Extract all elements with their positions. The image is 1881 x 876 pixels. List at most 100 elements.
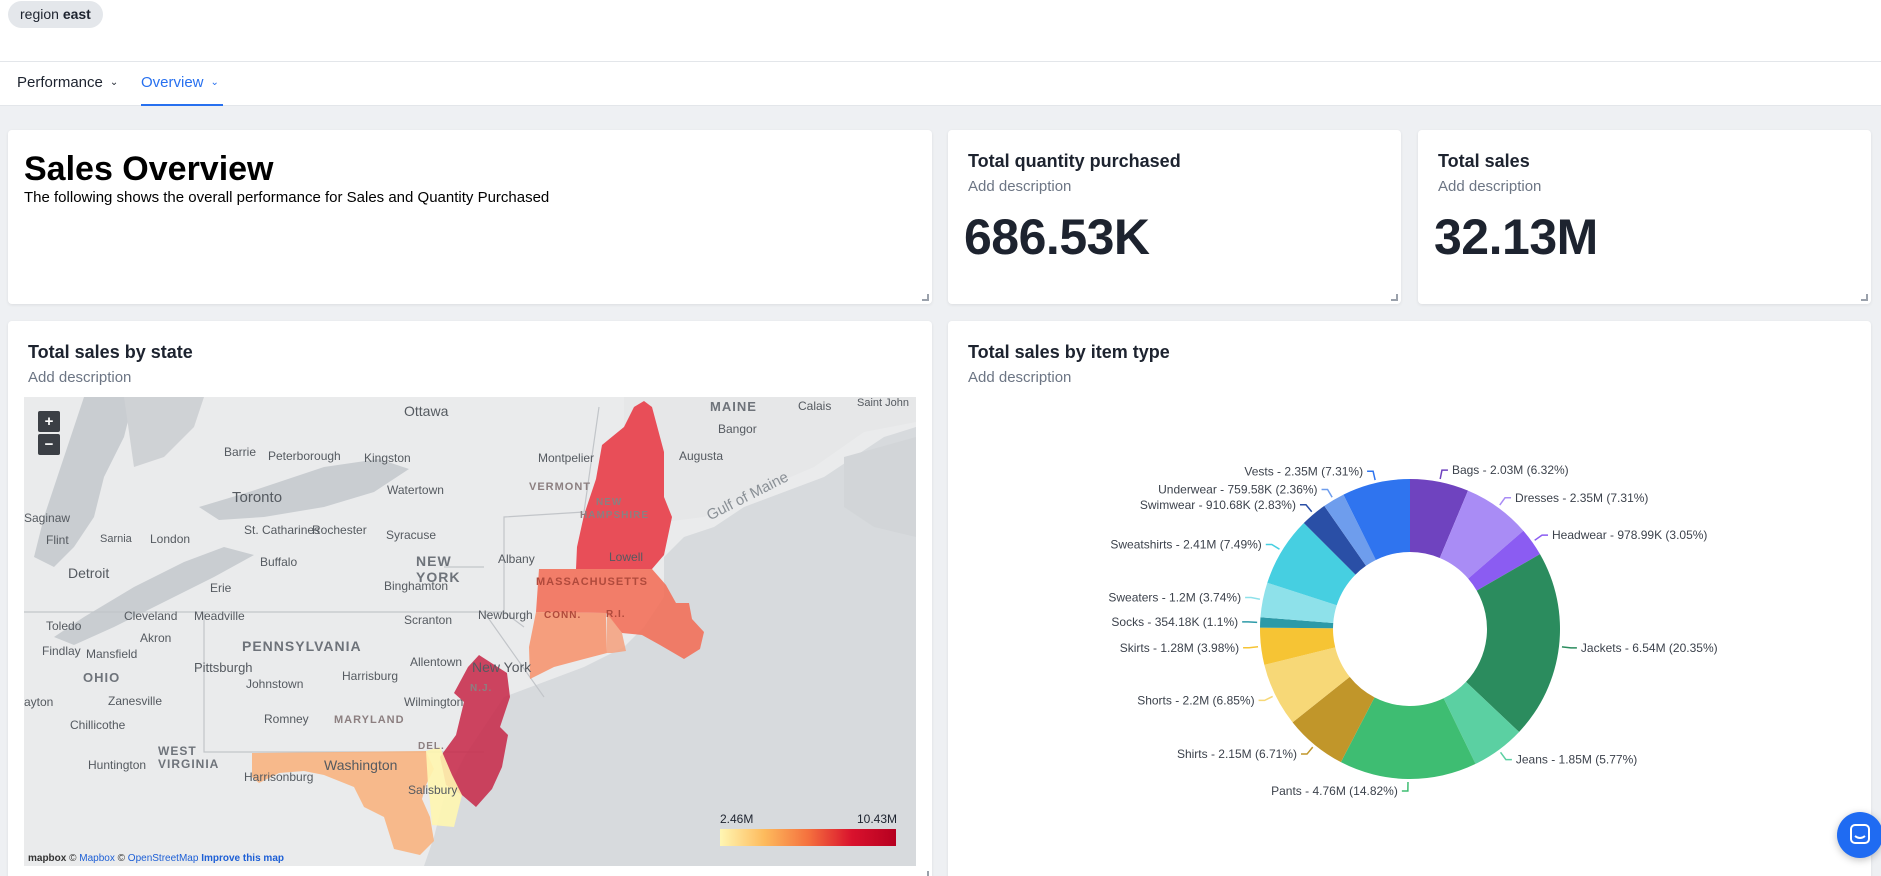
- map-place-label: Peterborough: [268, 449, 341, 463]
- improve-map-link[interactable]: Improve this map: [201, 853, 284, 864]
- donut-chart: Bags - 2.03M (6.32%) Dresses - 2.35M (7.3…: [1108, 463, 1718, 798]
- map-place-label: Montpelier: [538, 451, 595, 465]
- kpi-card-sales: Total sales Add description 32.13M: [1418, 130, 1871, 304]
- donut-leader-line: [1301, 746, 1314, 755]
- map-place-label: Washington: [324, 757, 398, 773]
- zoom-in-button[interactable]: +: [38, 411, 60, 432]
- chevron-down-icon: ⌄: [210, 77, 219, 89]
- copyright-symbol: ©: [69, 853, 77, 864]
- donut-leader-line: [1245, 596, 1261, 600]
- map-place-label: MARYLAND: [334, 714, 405, 726]
- donut-slice-label: Dresses - 2.35M (7.31%): [1515, 491, 1648, 505]
- filter-label: region: [20, 6, 59, 22]
- map-place-label: WEST: [158, 744, 197, 758]
- map-place-label: Detroit: [68, 565, 110, 581]
- filter-value: east: [62, 6, 91, 22]
- map-place-label: Zanesville: [108, 694, 163, 708]
- donut-leader-line: [1265, 543, 1280, 550]
- donut-slice-label: Underwear - 759.58K (2.36%): [1158, 483, 1317, 497]
- donut-leader-line: [1401, 781, 1409, 792]
- resize-handle[interactable]: [922, 871, 929, 876]
- map-place-label: Akron: [140, 631, 172, 645]
- donut-slice-label: Socks - 354.18K (1.1%): [1111, 615, 1238, 629]
- map-place-label: London: [150, 532, 191, 546]
- map-place-label: Chillicothe: [70, 718, 126, 732]
- mapbox-logo[interactable]: mapbox: [28, 853, 66, 864]
- map-place-label: ayton: [24, 695, 54, 709]
- top-bar: region east: [0, 0, 1881, 62]
- map-place-label: CONN.: [544, 610, 582, 621]
- osm-link[interactable]: OpenStreetMap: [128, 853, 199, 864]
- donut-leader-line: [1299, 504, 1313, 513]
- kpi-value: 32.13M: [1434, 209, 1598, 265]
- chat-icon: [1850, 824, 1870, 844]
- map-place-label: Erie: [210, 581, 232, 595]
- map-place-label: Watertown: [387, 483, 444, 497]
- resize-handle[interactable]: [1391, 294, 1398, 301]
- copyright-symbol: ©: [117, 853, 126, 864]
- legend-max: 10.43M: [857, 812, 898, 826]
- kpi-description[interactable]: Add description: [1438, 178, 1541, 195]
- donut-leader-line: [1534, 534, 1549, 541]
- map-place-label: New York: [472, 659, 532, 675]
- donut-leader-line: [1499, 751, 1512, 761]
- kpi-description[interactable]: Add description: [968, 178, 1071, 195]
- sales-overview-card: Sales Overview The following shows the o…: [8, 130, 932, 304]
- chevron-down-icon: ⌄: [109, 77, 119, 89]
- donut-slice-label: Jackets - 6.54M (20.35%): [1581, 641, 1718, 655]
- map-place-label: Flint: [46, 533, 69, 547]
- donut-slice-label: Headwear - 978.99K (3.05%): [1552, 528, 1707, 542]
- map-place-label: Albany: [498, 552, 535, 566]
- donut-leader-line: [1243, 645, 1259, 649]
- donut-leader-line: [1499, 497, 1512, 506]
- donut-leader-line: [1367, 470, 1376, 481]
- map-place-label: Johnstown: [246, 677, 304, 691]
- map-place-label: Scranton: [404, 613, 453, 627]
- map-place-label: Newburgh: [478, 608, 533, 622]
- map-attribution: mapbox © Mapbox © OpenStreetMap Improve …: [28, 853, 284, 864]
- map-place-label: Huntington: [88, 758, 147, 772]
- kpi-value: 686.53K: [964, 209, 1150, 265]
- overview-subtitle: The following shows the overall performa…: [24, 189, 550, 206]
- map-place-label: HAMPSHIRE: [580, 510, 650, 521]
- map-place-label: Romney: [264, 712, 309, 726]
- donut-leader-line: [1561, 646, 1577, 649]
- map-place-label: OHIO: [83, 670, 121, 685]
- map-place-label: NEW: [596, 497, 623, 508]
- map-place-label: Findlay: [42, 644, 81, 658]
- choropleth-map[interactable]: MAINE Calais Saint John Ottawa Bangor Barrie P…: [24, 397, 916, 866]
- kpi-title: Total quantity purchased: [968, 151, 1181, 171]
- donut-leader-line: [1321, 488, 1333, 498]
- map-place-label: R.I.: [606, 609, 626, 620]
- map-place-label: Sarnia: [100, 533, 132, 545]
- tab-performance[interactable]: Performance ⌄: [17, 62, 118, 106]
- map-card: Total sales by state Add description MAI…: [8, 321, 932, 876]
- zoom-out-button[interactable]: −: [38, 434, 60, 455]
- chat-launcher-button[interactable]: [1837, 812, 1881, 858]
- map-card-description[interactable]: Add description: [28, 369, 131, 386]
- donut-slice-label: Sweatshirts - 2.41M (7.49%): [1110, 537, 1261, 551]
- region-filter-chip[interactable]: region east: [8, 1, 103, 28]
- tab-overview[interactable]: Overview ⌄: [141, 62, 223, 106]
- tab-performance-label: Performance: [17, 74, 103, 91]
- resize-handle[interactable]: [1861, 294, 1868, 301]
- donut-card: Total sales by item type Add description…: [948, 321, 1871, 876]
- map-place-label: Augusta: [679, 449, 724, 463]
- map-place-label: Pittsburgh: [194, 660, 253, 675]
- map-place-label: DEL.: [418, 741, 445, 752]
- map-place-label: Ottawa: [404, 403, 449, 419]
- mapbox-link[interactable]: Mapbox: [79, 853, 115, 864]
- map-place-label: Buffalo: [260, 555, 298, 569]
- map-place-label: Cleveland: [124, 609, 178, 623]
- map-place-label: Wilmington: [404, 695, 464, 709]
- map-place-label: Bangor: [718, 422, 757, 436]
- donut-slice-label: Jeans - 1.85M (5.77%): [1516, 753, 1637, 767]
- map-place-label: Harrisonburg: [244, 770, 314, 784]
- kpi-title: Total sales: [1438, 151, 1530, 171]
- donut-slice-label: Pants - 4.76M (14.82%): [1271, 784, 1398, 798]
- donut-slice-label: Shorts - 2.2M (6.85%): [1137, 693, 1254, 707]
- map-place-label: MAINE: [710, 399, 757, 414]
- resize-handle[interactable]: [922, 294, 929, 301]
- overview-title: Sales Overview: [24, 150, 274, 188]
- map-place-label: Calais: [798, 399, 832, 413]
